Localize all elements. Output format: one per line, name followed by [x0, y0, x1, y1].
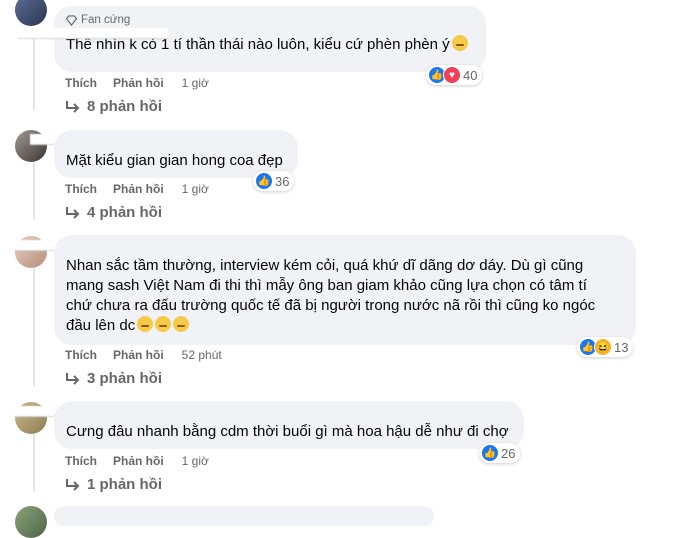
- haha-reaction-icon: 😆: [594, 338, 612, 356]
- reply-button[interactable]: Phản hồi: [113, 348, 164, 362]
- comment-bubble: Fan cứng Thề nhìn k có 1 tí thần thái nà…: [18, 6, 486, 72]
- pleading-face-icon: [137, 316, 154, 332]
- reaction-summary[interactable]: 👍 😆 13: [577, 337, 634, 357]
- replies-count: 8 phản hồi: [87, 98, 162, 115]
- view-replies-button[interactable]: 4 phản hồi: [65, 204, 162, 221]
- reply-button[interactable]: Phản hồi: [113, 182, 164, 196]
- view-replies-button[interactable]: 8 phản hồi: [65, 98, 162, 115]
- thread-line: [33, 268, 35, 386]
- comment-actions: Thích Phản hồi 1 giờ: [65, 76, 225, 90]
- like-reaction-icon: 👍: [255, 172, 273, 190]
- badge-label: Fan cứng: [81, 14, 131, 26]
- replies-count: 4 phản hồi: [87, 204, 162, 221]
- fan-badge: Fan cứng: [66, 14, 474, 26]
- comment-text: Cưng đâu nhanh bằng cdm thời buổi gì mà …: [66, 423, 509, 440]
- comment-bubble: [54, 506, 434, 526]
- like-button[interactable]: Thích: [65, 454, 97, 468]
- reaction-count: 13: [614, 339, 629, 355]
- comment-actions: Thích Phản hồi 52 phút: [65, 348, 238, 362]
- comment-bubble: Nhan sắc tầm thường, interview kém cỏi, …: [54, 235, 636, 345]
- reply-button[interactable]: Phản hồi: [113, 76, 164, 90]
- comment-actions: Thích Phản hồi 1 giờ: [65, 182, 225, 196]
- pleading-face-icon: [173, 316, 190, 332]
- comment-actions: Thích Phản hồi 1 giờ: [65, 454, 225, 468]
- reply-arrow-icon: [66, 100, 80, 113]
- view-replies-button[interactable]: 1 phản hồi: [65, 476, 162, 493]
- pleading-face-icon: [451, 35, 468, 51]
- reaction-summary[interactable]: 👍 26: [479, 443, 521, 463]
- comment-bubble: Cưng đâu nhanh bằng cdm thời buổi gì mà …: [54, 401, 524, 449]
- timestamp[interactable]: 1 giờ: [182, 454, 209, 468]
- replies-count: 1 phản hồi: [87, 476, 162, 493]
- thread-line: [33, 30, 35, 110]
- reaction-count: 26: [501, 445, 516, 461]
- thread-line: [33, 434, 35, 492]
- avatar[interactable]: [15, 0, 47, 26]
- reaction-summary[interactable]: 👍 ♥ 40: [426, 65, 483, 85]
- thread-line: [33, 160, 35, 220]
- like-button[interactable]: Thích: [65, 182, 97, 196]
- timestamp[interactable]: 52 phút: [182, 348, 222, 362]
- diamond-badge-icon: [66, 14, 77, 26]
- view-replies-button[interactable]: 3 phản hồi: [65, 370, 162, 387]
- reply-arrow-icon: [66, 206, 80, 219]
- love-reaction-icon: ♥: [443, 66, 461, 84]
- reply-arrow-icon: [66, 372, 80, 385]
- reply-arrow-icon: [66, 478, 80, 491]
- comment-text: Nhan sắc tầm thường, interview kém cỏi, …: [66, 257, 596, 334]
- replies-count: 3 phản hồi: [87, 370, 162, 387]
- like-button[interactable]: Thích: [65, 76, 97, 90]
- timestamp[interactable]: 1 giờ: [182, 182, 209, 196]
- pleading-face-icon: [155, 316, 172, 332]
- timestamp[interactable]: 1 giờ: [182, 76, 209, 90]
- author-name-redacted: [18, 28, 168, 39]
- comment-text: Mặt kiểu gian gian hong coa đẹp: [66, 152, 283, 169]
- like-reaction-icon: 👍: [481, 444, 499, 462]
- reaction-summary[interactable]: 👍 36: [253, 171, 295, 191]
- like-button[interactable]: Thích: [65, 348, 97, 362]
- reaction-count: 36: [275, 173, 290, 189]
- reaction-count: 40: [463, 67, 478, 83]
- reply-button[interactable]: Phản hồi: [113, 454, 164, 468]
